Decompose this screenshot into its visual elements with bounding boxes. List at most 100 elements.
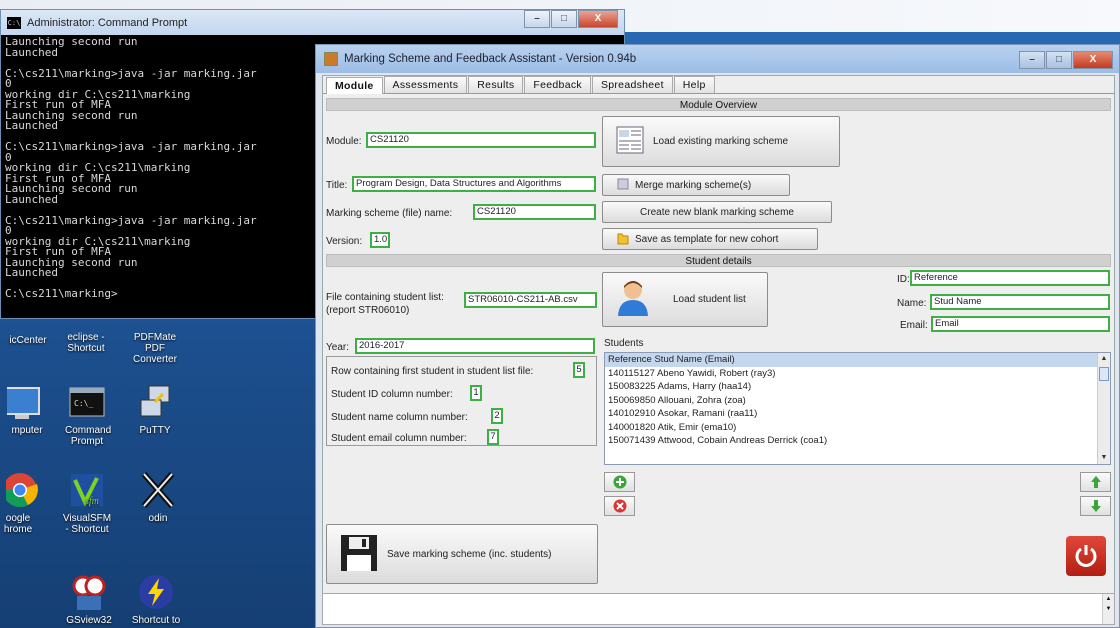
floppy-disk-icon xyxy=(339,533,379,576)
student-list-scrollbar[interactable]: ▲ ▼ xyxy=(1097,353,1110,464)
student-details-header: Student details xyxy=(326,254,1111,267)
column-settings-panel: Row containing first student in student … xyxy=(326,356,597,446)
first-row-field[interactable]: 5 xyxy=(573,362,585,378)
email-column-number-label: Student email column number: xyxy=(331,433,467,444)
name-label: Name: xyxy=(897,298,927,309)
app-maximize-button[interactable]: □ xyxy=(1046,51,1072,69)
desktop-icon-iccenter[interactable]: icCenter xyxy=(2,332,54,346)
email-label: Email: xyxy=(900,320,928,331)
lightning-icon xyxy=(139,575,173,609)
students-label: Students xyxy=(604,338,644,349)
report-label: (report STR06010) xyxy=(326,305,410,316)
message-area[interactable]: ▲ ▼ xyxy=(322,593,1115,625)
add-student-button[interactable] xyxy=(604,472,635,492)
tab-results[interactable]: Results xyxy=(468,76,524,93)
move-down-button[interactable] xyxy=(1080,496,1111,516)
file-containing-label: File containing student list: xyxy=(326,292,444,303)
student-list-header[interactable]: Reference Stud Name (Email) xyxy=(605,353,1110,367)
merge-schemes-button[interactable]: Merge marking scheme(s) xyxy=(602,174,790,196)
desktop-icon-command-prompt[interactable]: C:\_ Command Prompt xyxy=(58,384,116,447)
desktop-icon-visualsfm[interactable]: sfm VisualSFM - Shortcut xyxy=(58,470,116,535)
desktop-icon-shortcut[interactable]: Shortcut to xyxy=(126,572,186,626)
power-icon xyxy=(1075,545,1097,567)
app-title-bar[interactable]: Marking Scheme and Feedback Assistant - … xyxy=(316,45,1119,73)
id-column-number-label: Student ID column number: xyxy=(331,389,453,400)
list-item[interactable]: 150083225 Adams, Harry (haa14) xyxy=(605,380,1110,394)
remove-student-button[interactable] xyxy=(604,496,635,516)
java-app-icon xyxy=(324,52,338,66)
list-item[interactable]: 150069850 Allouani, Zohra (zoa) xyxy=(605,394,1110,408)
student-person-icon xyxy=(615,278,651,321)
tab-spreadsheet[interactable]: Spreadsheet xyxy=(591,76,673,93)
year-label: Year: xyxy=(326,342,349,353)
desktop-icon-putty[interactable]: PuTTY xyxy=(126,384,184,436)
exit-power-button[interactable] xyxy=(1066,536,1106,576)
desktop-icon-pdfmate[interactable]: PDFMate PDF Converter xyxy=(120,332,190,365)
id-column-field[interactable]: Reference xyxy=(910,270,1110,286)
computer-icon xyxy=(2,387,40,419)
cmd-title-bar[interactable]: C:\ Administrator: Command Prompt – □ X xyxy=(1,10,624,35)
name-column-number-label: Student name column number: xyxy=(331,412,468,423)
message-scrollbar[interactable]: ▲ ▼ xyxy=(1102,594,1114,624)
putty-icon xyxy=(140,385,170,417)
arrow-up-icon xyxy=(1090,476,1101,488)
svg-text:sfm: sfm xyxy=(85,496,99,507)
name-column-number-field[interactable]: 2 xyxy=(491,408,503,424)
load-student-list-button[interactable]: Load student list xyxy=(602,272,768,327)
move-up-button[interactable] xyxy=(1080,472,1111,492)
cmd-maximize-button[interactable]: □ xyxy=(551,10,577,28)
module-label: Module: xyxy=(326,136,362,147)
tab-help[interactable]: Help xyxy=(673,76,715,93)
cmd-window-title: Administrator: Command Prompt xyxy=(27,16,188,29)
first-row-label: Row containing first student in student … xyxy=(331,366,534,377)
scroll-thumb[interactable] xyxy=(1099,367,1109,381)
scheme-name-label: Marking scheme (file) name: xyxy=(326,208,453,219)
student-list[interactable]: Reference Stud Name (Email) 140115127 Ab… xyxy=(604,352,1111,465)
chrome-icon xyxy=(3,473,38,507)
app-close-button[interactable]: X xyxy=(1073,51,1113,69)
command-prompt-icon: C:\_ xyxy=(69,387,105,417)
gsview-icon xyxy=(72,575,106,610)
desktop-icon-computer[interactable]: mputer xyxy=(0,384,54,436)
name-column-field[interactable]: Stud Name xyxy=(930,294,1110,310)
tab-module[interactable]: Module xyxy=(326,77,383,94)
list-item[interactable]: 140102910 Asokar, Ramani (raa11) xyxy=(605,407,1110,421)
save-marking-scheme-button[interactable]: Save marking scheme (inc. students) xyxy=(326,524,598,584)
module-overview-header: Module Overview xyxy=(326,98,1111,111)
title-field[interactable]: Program Design, Data Structures and Algo… xyxy=(352,176,596,192)
tab-feedback[interactable]: Feedback xyxy=(524,76,591,93)
tab-bar: Module Assessments Results Feedback Spre… xyxy=(323,76,1114,94)
desktop-icon-chrome[interactable]: oogle hrome xyxy=(0,470,52,535)
desktop-icon-gsview[interactable]: GSview32 xyxy=(60,572,118,626)
create-blank-scheme-button[interactable]: Create new blank marking scheme xyxy=(602,201,832,223)
scroll-down-icon[interactable]: ▼ xyxy=(1098,452,1110,464)
student-file-field[interactable]: STR06010-CS211-AB.csv xyxy=(464,292,597,308)
folder-icon xyxy=(617,231,629,248)
arrow-down-icon xyxy=(1090,500,1101,512)
module-field[interactable]: CS21120 xyxy=(366,132,596,148)
app-minimize-button[interactable]: – xyxy=(1019,51,1045,69)
version-field[interactable]: 1.0 xyxy=(370,232,390,248)
year-field[interactable]: 2016-2017 xyxy=(355,338,595,354)
id-label: ID: xyxy=(897,274,910,285)
email-column-field[interactable]: Email xyxy=(931,316,1110,332)
load-existing-scheme-button[interactable]: Load existing marking scheme xyxy=(602,116,840,167)
marking-scheme-window[interactable]: Marking Scheme and Feedback Assistant - … xyxy=(315,44,1120,628)
desktop-icon-eclipse[interactable]: eclipse - Shortcut xyxy=(58,332,114,354)
scheme-name-field[interactable]: CS21120 xyxy=(473,204,596,220)
cmd-close-button[interactable]: X xyxy=(578,10,618,28)
desktop-icon-odin[interactable]: odin xyxy=(132,470,184,524)
list-item[interactable]: 140001820 Atik, Emir (ema10) xyxy=(605,421,1110,435)
email-column-number-field[interactable]: 7 xyxy=(487,429,499,445)
app-window-title: Marking Scheme and Feedback Assistant - … xyxy=(344,53,637,65)
version-label: Version: xyxy=(326,236,363,247)
list-item[interactable]: 140115127 Abeno Yawidi, Robert (ray3) xyxy=(605,367,1110,381)
remove-icon xyxy=(613,499,626,513)
tab-assessments[interactable]: Assessments xyxy=(383,76,468,93)
scroll-up-icon[interactable]: ▲ xyxy=(1098,353,1110,365)
id-column-number-field[interactable]: 1 xyxy=(470,385,482,401)
save-template-button[interactable]: Save as template for new cohort xyxy=(602,228,818,250)
odin-icon xyxy=(141,472,175,508)
list-item[interactable]: 150071439 Attwood, Cobain Andreas Derric… xyxy=(605,434,1110,448)
cmd-minimize-button[interactable]: – xyxy=(524,10,550,28)
